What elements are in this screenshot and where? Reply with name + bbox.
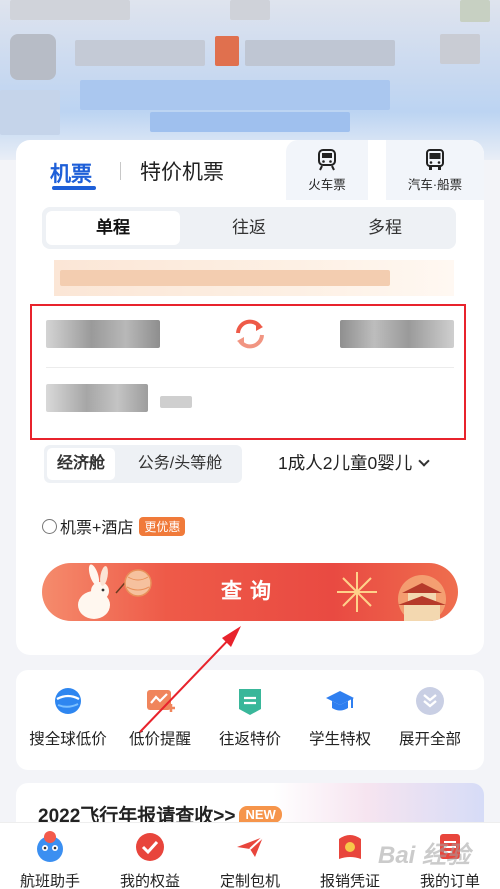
- tab-special-flight[interactable]: 特价机票: [140, 156, 224, 186]
- quick-link-round-trip-deal[interactable]: 往返特价: [202, 686, 298, 749]
- passenger-count: 1成人2儿童0婴儿: [278, 453, 413, 473]
- bus-ship-ticket-label: 汽车·船票: [407, 178, 463, 192]
- passenger-selector[interactable]: 1成人2儿童0婴儿: [278, 450, 430, 475]
- graduation-cap-icon: [326, 691, 354, 711]
- nav-label: 我的权益: [119, 873, 180, 889]
- quick-link-label: 往返特价: [218, 731, 281, 748]
- trip-multi-city[interactable]: 多程: [318, 211, 452, 245]
- cabin-business-first[interactable]: 公务/头等舱: [122, 448, 238, 480]
- flight-search-card: 机票 特价机票 火车票 汽车·船票 单程 往返 多程 经济舱 公务/头等舱 1成…: [16, 140, 484, 655]
- quick-link-label: 学生特权: [308, 731, 371, 748]
- quick-links-card: 搜全球低价 低价提醒 往返特价 学生特权 展开全部: [16, 670, 484, 770]
- quick-link-label: 搜全球低价: [29, 731, 107, 748]
- receipt-icon: [339, 835, 361, 859]
- discount-badge: 更优惠: [139, 516, 186, 536]
- departure-city-field[interactable]: [46, 316, 160, 352]
- chevron-double-down-icon: [416, 687, 444, 715]
- cabin-class-selector: 经济舱 公务/头等舱: [44, 445, 242, 483]
- field-divider: [46, 367, 454, 368]
- tab-divider: [120, 162, 121, 180]
- arrival-city-field[interactable]: [340, 316, 454, 352]
- departure-date-field[interactable]: [46, 380, 196, 416]
- watermark: Bai 经验: [378, 842, 471, 869]
- nav-label: 定制包机: [219, 873, 280, 889]
- nav-my-benefits[interactable]: 我的权益: [100, 829, 200, 889]
- benefits-icon: [136, 833, 164, 861]
- bus-ship-ticket-button[interactable]: 汽车·船票: [386, 140, 484, 200]
- flight-hotel-label: 机票+酒店: [60, 520, 134, 537]
- price-alert-icon: [147, 690, 175, 712]
- blurred-header: [0, 0, 500, 160]
- nav-label: 航班助手: [19, 873, 80, 889]
- trip-type-selector: 单程 往返 多程: [42, 207, 456, 249]
- quick-link-label: 展开全部: [398, 731, 461, 748]
- flight-assistant-icon: [37, 831, 63, 862]
- round-trip-icon: [239, 689, 261, 715]
- trip-one-way[interactable]: 单程: [46, 211, 180, 245]
- train-icon: [318, 149, 336, 171]
- flight-hotel-option[interactable]: 机票+酒店 更优惠: [42, 514, 186, 538]
- quick-link-expand-all[interactable]: 展开全部: [382, 686, 478, 749]
- new-badge: NEW: [239, 806, 282, 823]
- train-ticket-button[interactable]: 火车票: [286, 140, 368, 200]
- quick-link-label: 低价提醒: [128, 731, 191, 748]
- train-ticket-label: 火车票: [308, 178, 346, 192]
- tab-flight[interactable]: 机票: [50, 158, 92, 188]
- chevron-down-icon: [418, 455, 430, 467]
- blurred-promo-banner[interactable]: [54, 260, 454, 296]
- quick-link-student-privilege[interactable]: 学生特权: [292, 686, 388, 749]
- search-button[interactable]: 查询: [42, 563, 458, 621]
- active-tab-indicator: [52, 186, 96, 190]
- trip-round-trip[interactable]: 往返: [182, 211, 316, 245]
- quick-link-global-low-price[interactable]: 搜全球低价: [20, 686, 116, 749]
- cabin-economy[interactable]: 经济舱: [47, 448, 115, 480]
- nav-charter-flight[interactable]: 定制包机: [200, 829, 300, 889]
- nav-label: 报销凭证: [319, 873, 380, 889]
- search-label: 查询: [221, 580, 279, 603]
- charter-icon: [237, 836, 264, 857]
- swap-cities-icon[interactable]: [232, 316, 268, 352]
- bus-icon: [426, 149, 444, 170]
- nav-label: 我的订单: [419, 873, 480, 889]
- globe-icon: [55, 688, 81, 714]
- radio-button[interactable]: [42, 518, 57, 534]
- nav-flight-assistant[interactable]: 航班助手: [0, 829, 100, 889]
- quick-link-price-alert[interactable]: 低价提醒: [112, 686, 208, 749]
